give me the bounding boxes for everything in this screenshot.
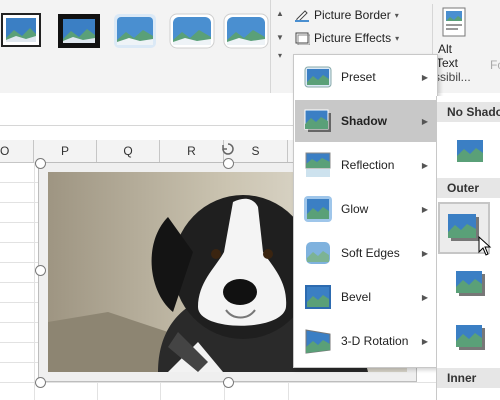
menu-item-preset[interactable]: Preset ▶ [295,56,436,98]
gallery-scroll-down-button[interactable]: ▼ [273,30,287,44]
alt-text-label: Alt Text ssibil... [434,42,480,84]
picture-border-button[interactable]: Picture Border ▾ [294,5,399,25]
menu-item-label: Bevel [341,290,372,304]
no-shadow-option[interactable] [455,136,485,166]
outer-shadow-option-3[interactable] [455,322,485,352]
resize-handle-top[interactable] [223,158,234,169]
alt-text-line2: Text [436,56,459,70]
mouse-pointer-icon [478,236,492,256]
menu-item-label: 3-D Rotation [341,334,409,348]
grid-line [34,162,35,400]
chevron-down-icon: ▾ [394,10,399,20]
menu-item-reflection[interactable]: Reflection ▶ [295,144,436,186]
menu-item-3d-rotation[interactable]: 3-D Rotation ▶ [295,320,436,362]
menu-item-glow[interactable]: Glow ▶ [295,188,436,230]
column-header-q[interactable]: Q [97,140,160,162]
chevron-right-icon: ▶ [421,204,428,214]
column-header-o[interactable]: O [0,140,34,162]
chevron-right-icon: ▶ [421,292,428,302]
submenu-header-outer: Outer [437,178,500,198]
picture-style-1[interactable] [0,8,50,52]
gallery-scroll-up-button[interactable]: ▲ [273,6,287,20]
picture-style-2[interactable] [56,8,106,52]
resize-handle-left[interactable] [35,265,46,276]
submenu-header-inner: Inner [437,368,500,388]
menu-item-label: Shadow [341,114,388,128]
chevron-down-icon: ▾ [395,33,400,43]
soft-edges-icon [306,242,330,264]
alt-text-button[interactable] [436,6,474,43]
picture-style-5[interactable] [222,8,272,52]
picture-style-4[interactable] [168,8,218,52]
resize-handle-top-left[interactable] [35,158,46,169]
reflection-icon [305,152,331,177]
styles-gallery-scroll: ▲ ▼ ▾ [270,0,289,93]
chevron-right-icon: ▶ [421,160,428,170]
picture-effects-icon [295,32,310,45]
accessibility-group-label: ssibil... [434,70,471,84]
menu-item-bevel[interactable]: Bevel ▶ [295,276,436,318]
alt-text-icon [442,7,466,37]
resize-handle-bottom-left[interactable] [35,377,46,388]
picture-style-3[interactable] [112,8,162,52]
chevron-right-icon: ▶ [421,116,428,126]
shadow-icon [304,109,331,132]
menu-item-label: Glow [341,202,369,216]
resize-handle-bottom[interactable] [223,377,234,388]
gallery-more-button[interactable]: ▾ [273,48,287,62]
grid-line [0,382,500,383]
picture-border-label: Picture Border [314,8,391,22]
chevron-right-icon: ▶ [421,248,428,258]
chevron-right-icon: ▶ [421,72,428,82]
next-group-label: Fo [490,58,500,72]
submenu-header-no-shadow: No Shadow [437,102,500,122]
outer-shadow-option-2[interactable] [455,268,485,298]
menu-item-shadow[interactable]: Shadow ▶ [295,100,436,142]
glow-icon [304,196,332,222]
chevron-right-icon: ▶ [421,336,428,346]
alt-text-line1: Alt [438,42,453,56]
menu-item-label: Soft Edges [341,246,400,260]
menu-item-soft-edges[interactable]: Soft Edges ▶ [295,232,436,274]
pencil-icon [295,10,309,22]
picture-effects-button[interactable]: Picture Effects ▾ [294,28,399,48]
rotate-handle-icon[interactable] [222,143,234,155]
3d-rotation-icon [305,329,331,354]
bevel-icon [305,285,331,309]
picture-effects-menu: Preset ▶ Shadow ▶ Reflection ▶ Glow ▶ So… [293,54,438,368]
preset-icon [304,66,332,88]
column-header-r[interactable]: R [160,140,224,162]
picture-effects-label: Picture Effects [314,31,392,45]
menu-item-label: Reflection [341,158,395,172]
menu-item-label: Preset [341,70,376,84]
